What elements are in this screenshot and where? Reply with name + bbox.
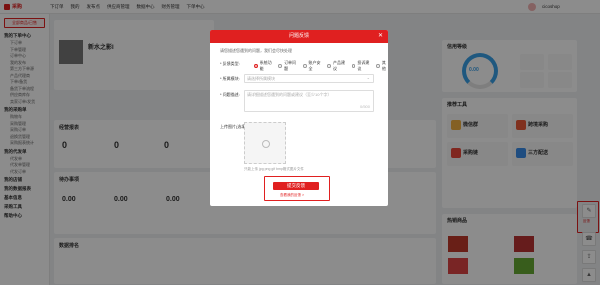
radio-label: 系统功能 bbox=[259, 60, 272, 71]
type-radios: 系统功能 订单问题 账户安全 产品建议 投诉建议 其他 bbox=[254, 60, 388, 72]
type-radio[interactable]: 产品建议 bbox=[327, 60, 345, 72]
module-placeholder: 请选择所属模块 bbox=[247, 76, 275, 81]
desc-label: * 问题描述: bbox=[220, 92, 240, 97]
modal-intro: 请您描述您遇到的问题，我们会尽快处理 bbox=[220, 48, 292, 53]
radio-label: 订单问题 bbox=[284, 60, 297, 71]
radio-label: 账户安全 bbox=[308, 60, 321, 71]
description-placeholder: 请详细描述您遇到的问题或建议（至少10个字） bbox=[247, 92, 332, 97]
description-textarea[interactable]: 请详细描述您遇到的问题或建议（至少10个字） 0/500 bbox=[244, 90, 374, 112]
type-radio[interactable]: 订单问题 bbox=[278, 60, 296, 72]
radio-label: 产品建议 bbox=[332, 60, 345, 71]
chevron-down-icon: ⌄ bbox=[366, 75, 370, 80]
upload-icon bbox=[262, 140, 270, 148]
submit-button[interactable]: 提交反馈 bbox=[273, 182, 319, 190]
module-label: * 所属模块: bbox=[220, 76, 240, 81]
type-radio[interactable]: 账户安全 bbox=[302, 60, 321, 72]
close-icon[interactable]: ✕ bbox=[378, 33, 383, 40]
type-label: * 反馈类型: bbox=[220, 61, 240, 66]
history-link[interactable]: 查看我的反馈 > bbox=[280, 193, 304, 198]
feedback-modal: 问题反馈 ✕ 请您描述您遇到的问题，我们会尽快处理 * 反馈类型: 系统功能 订… bbox=[210, 30, 388, 206]
radio-label: 投诉建议 bbox=[357, 60, 370, 71]
module-select[interactable]: 请选择所属模块 ⌄ bbox=[244, 74, 374, 83]
upload-tip: 只能上传 jpg png gif bmp格式图片文件 bbox=[244, 167, 304, 171]
char-counter: 0/500 bbox=[359, 104, 370, 109]
modal-title: 问题反馈 bbox=[210, 30, 388, 43]
radio-label: 其他 bbox=[381, 60, 386, 71]
type-radio[interactable]: 投诉建议 bbox=[351, 60, 370, 72]
type-radio[interactable]: 其他 bbox=[376, 60, 388, 72]
type-radio[interactable]: 系统功能 bbox=[254, 60, 272, 72]
image-upload[interactable] bbox=[244, 122, 286, 164]
